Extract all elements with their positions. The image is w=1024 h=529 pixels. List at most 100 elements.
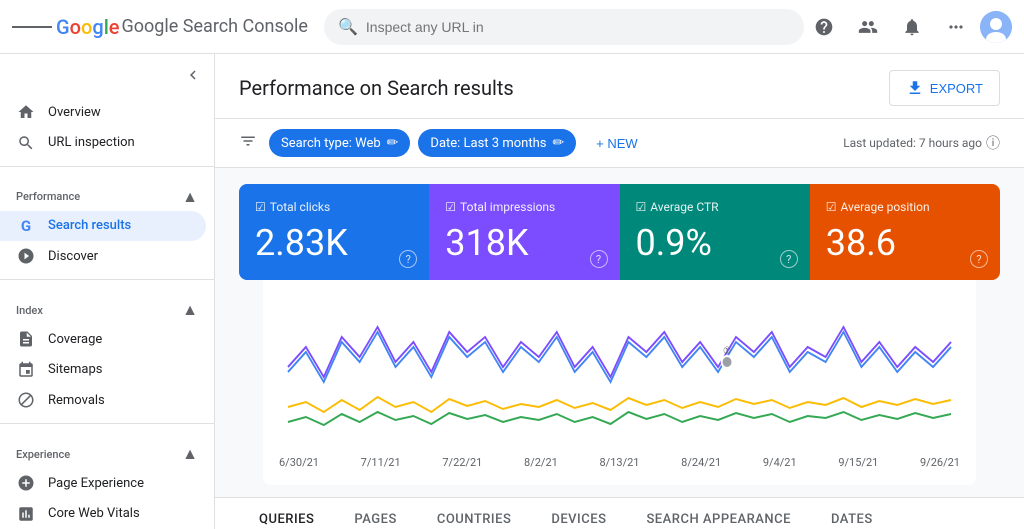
- position-check-icon: ☑: [826, 200, 837, 214]
- date-label: Date: Last 3 months: [430, 136, 546, 151]
- sidebar-label-coverage: Coverage: [48, 332, 102, 347]
- app-title: Google Search Console: [122, 16, 308, 37]
- tab-devices[interactable]: DEVICES: [531, 498, 626, 529]
- date-label-5: 8/24/21: [681, 456, 721, 469]
- ctr-label: ☑ Average CTR: [636, 200, 794, 214]
- tab-dates-label: DATES: [831, 512, 873, 527]
- stat-card-impressions: ☑ Total impressions 318K ?: [429, 184, 619, 280]
- search-type-chip[interactable]: Search type: Web ✏: [269, 129, 410, 157]
- sidebar-label-discover: Discover: [48, 249, 98, 264]
- date-label-7: 9/15/21: [838, 456, 878, 469]
- date-labels: 6/30/21 7/11/21 7/22/21 8/2/21 8/13/21 8…: [279, 452, 960, 477]
- sidebar-label-overview: Overview: [48, 105, 101, 120]
- ctr-check-icon: ☑: [636, 200, 647, 214]
- tab-queries[interactable]: QUERIES: [239, 498, 334, 529]
- performance-collapse-icon[interactable]: ▲: [182, 187, 198, 207]
- user-avatar[interactable]: [980, 11, 1012, 43]
- sidebar-item-sitemaps[interactable]: Sitemaps: [0, 355, 206, 385]
- divider-2: [0, 279, 214, 280]
- sidebar-item-page-experience[interactable]: Page Experience: [0, 468, 206, 498]
- ctr-info-icon[interactable]: ?: [780, 250, 798, 268]
- search-bar[interactable]: 🔍: [324, 9, 804, 45]
- discover-icon: [16, 247, 36, 265]
- home-icon: [16, 103, 36, 121]
- sidebar-item-search-results[interactable]: G Search results: [0, 211, 206, 241]
- clicks-check-icon: ☑: [255, 200, 266, 214]
- help-button[interactable]: [804, 7, 844, 47]
- sidebar-item-overview[interactable]: Overview: [0, 97, 206, 127]
- chart-svg: ①: [279, 292, 960, 452]
- date-edit-icon: ✏: [552, 135, 564, 151]
- main-layout: Overview URL inspection Performance ▲ G …: [0, 54, 1024, 529]
- apps-button[interactable]: [936, 7, 976, 47]
- sidebar-collapse[interactable]: [0, 54, 214, 97]
- sidebar-item-removals[interactable]: Removals: [0, 385, 206, 415]
- sidebar: Overview URL inspection Performance ▲ G …: [0, 54, 215, 529]
- chart-container: ① 6/30/21 7/11/21 7/22/21 8/2/21 8/13/21…: [263, 280, 976, 485]
- tab-pages-label: PAGES: [354, 512, 396, 527]
- sidebar-item-coverage[interactable]: Coverage: [0, 324, 206, 354]
- topbar-actions: [804, 7, 1012, 47]
- last-updated: Last updated: 7 hours ago ⓘ: [843, 133, 1000, 153]
- filter-bar: Search type: Web ✏ Date: Last 3 months ✏…: [215, 119, 1024, 168]
- search-input[interactable]: [366, 19, 790, 35]
- removals-icon: [16, 391, 36, 409]
- performance-label: Performance: [16, 190, 80, 203]
- experience-section-header: Experience ▲: [0, 432, 214, 468]
- sidebar-label-removals: Removals: [48, 393, 105, 408]
- position-label: ☑ Average position: [826, 200, 984, 214]
- ctr-label-text: Average CTR: [650, 200, 718, 214]
- sidebar-item-url-inspection[interactable]: URL inspection: [0, 127, 206, 157]
- tab-search-appearance-label: SEARCH APPEARANCE: [646, 512, 791, 527]
- menu-button[interactable]: [12, 7, 52, 47]
- index-collapse-icon[interactable]: ▲: [182, 300, 198, 320]
- tab-queries-label: QUERIES: [259, 512, 314, 527]
- stat-card-ctr: ☑ Average CTR 0.9% ?: [620, 184, 810, 280]
- tab-countries[interactable]: COUNTRIES: [417, 498, 532, 529]
- manage-users-button[interactable]: [848, 7, 888, 47]
- date-label-3: 8/2/21: [524, 456, 558, 469]
- collapse-button[interactable]: [180, 62, 206, 93]
- tab-countries-label: COUNTRIES: [437, 512, 512, 527]
- content-header: Performance on Search results EXPORT: [215, 54, 1024, 119]
- app-logo: Google Google Search Console: [56, 15, 308, 39]
- clicks-value: 2.83K: [255, 222, 413, 264]
- date-label-6: 9/4/21: [763, 456, 797, 469]
- page-title: Performance on Search results: [239, 76, 514, 100]
- date-chip[interactable]: Date: Last 3 months ✏: [418, 129, 576, 157]
- search-type-label: Search type: Web: [281, 136, 381, 151]
- impressions-value: 318K: [445, 222, 603, 264]
- sidebar-label-search-results: Search results: [48, 218, 131, 233]
- performance-section-header: Performance ▲: [0, 175, 214, 211]
- export-label: EXPORT: [930, 81, 983, 96]
- impressions-info-icon[interactable]: ?: [590, 250, 608, 268]
- position-info-icon[interactable]: ?: [970, 250, 988, 268]
- core-web-vitals-icon: [16, 505, 36, 523]
- sidebar-item-core-web-vitals[interactable]: Core Web Vitals: [0, 499, 206, 529]
- clicks-label: ☑ Total clicks: [255, 200, 413, 214]
- last-updated-text: Last updated: 7 hours ago: [843, 136, 982, 150]
- search-icon: 🔍: [338, 17, 358, 36]
- sidebar-item-discover[interactable]: Discover: [0, 241, 206, 271]
- export-button[interactable]: EXPORT: [889, 70, 1000, 106]
- filter-icon: [239, 132, 257, 154]
- position-label-text: Average position: [841, 200, 930, 214]
- tab-devices-label: DEVICES: [551, 512, 606, 527]
- sidebar-label-core-web-vitals: Core Web Vitals: [48, 506, 140, 521]
- impressions-label: ☑ Total impressions: [445, 200, 603, 214]
- stats-cards: ☑ Total clicks 2.83K ? ☑ Total impressio…: [239, 184, 1000, 280]
- logo-g-letter: Google: [56, 15, 120, 39]
- tab-search-appearance[interactable]: SEARCH APPEARANCE: [626, 498, 811, 529]
- experience-label: Experience: [16, 448, 70, 461]
- tabs-bar: QUERIES PAGES COUNTRIES DEVICES SEARCH A…: [215, 497, 1024, 529]
- svg-text:①: ①: [723, 346, 731, 358]
- notifications-button[interactable]: [892, 7, 932, 47]
- new-filter-button[interactable]: + NEW: [584, 130, 650, 157]
- tab-dates[interactable]: DATES: [811, 498, 893, 529]
- tab-pages[interactable]: PAGES: [334, 498, 416, 529]
- clicks-label-text: Total clicks: [270, 200, 330, 214]
- new-filter-label: + NEW: [596, 136, 638, 151]
- clicks-info-icon[interactable]: ?: [399, 250, 417, 268]
- date-label-0: 6/30/21: [279, 456, 319, 469]
- experience-collapse-icon[interactable]: ▲: [182, 444, 198, 464]
